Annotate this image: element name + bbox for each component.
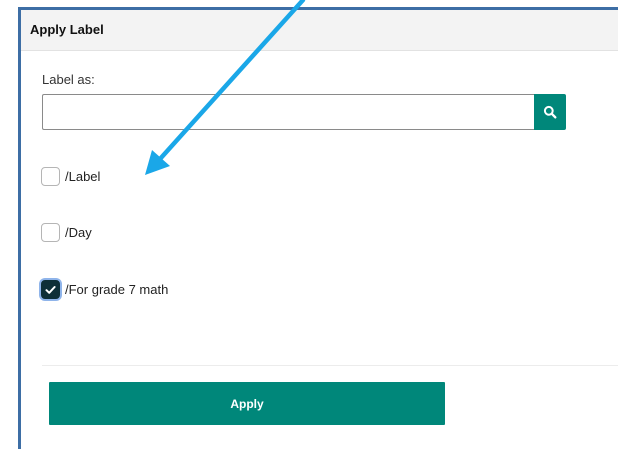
grade-7-math-checkbox[interactable] bbox=[41, 280, 60, 299]
footer-divider bbox=[42, 365, 618, 366]
search-icon bbox=[543, 105, 557, 119]
label-option-label[interactable]: /Label bbox=[41, 167, 100, 186]
option-day-text: /Day bbox=[65, 225, 92, 240]
checkmark-icon bbox=[45, 285, 56, 294]
label-search-input[interactable] bbox=[42, 94, 534, 130]
dialog-title: Apply Label bbox=[30, 22, 104, 37]
label-as-label: Label as: bbox=[42, 72, 95, 87]
search-button[interactable] bbox=[534, 94, 566, 130]
label-option-day[interactable]: /Day bbox=[41, 223, 92, 242]
dialog-header: Apply Label bbox=[21, 10, 618, 51]
day-checkbox[interactable] bbox=[41, 223, 60, 242]
apply-button[interactable]: Apply bbox=[49, 382, 445, 425]
label-checkbox[interactable] bbox=[41, 167, 60, 186]
label-option-grade-7-math[interactable]: /For grade 7 math bbox=[41, 280, 168, 299]
option-grade-7-math-text: /For grade 7 math bbox=[65, 282, 169, 297]
option-label-text: /Label bbox=[65, 169, 101, 184]
screenshot-stage: Apply Label Label as: /Label /Day /For g… bbox=[0, 0, 618, 449]
apply-label-dialog: Apply Label Label as: /Label /Day /For g… bbox=[18, 7, 618, 449]
